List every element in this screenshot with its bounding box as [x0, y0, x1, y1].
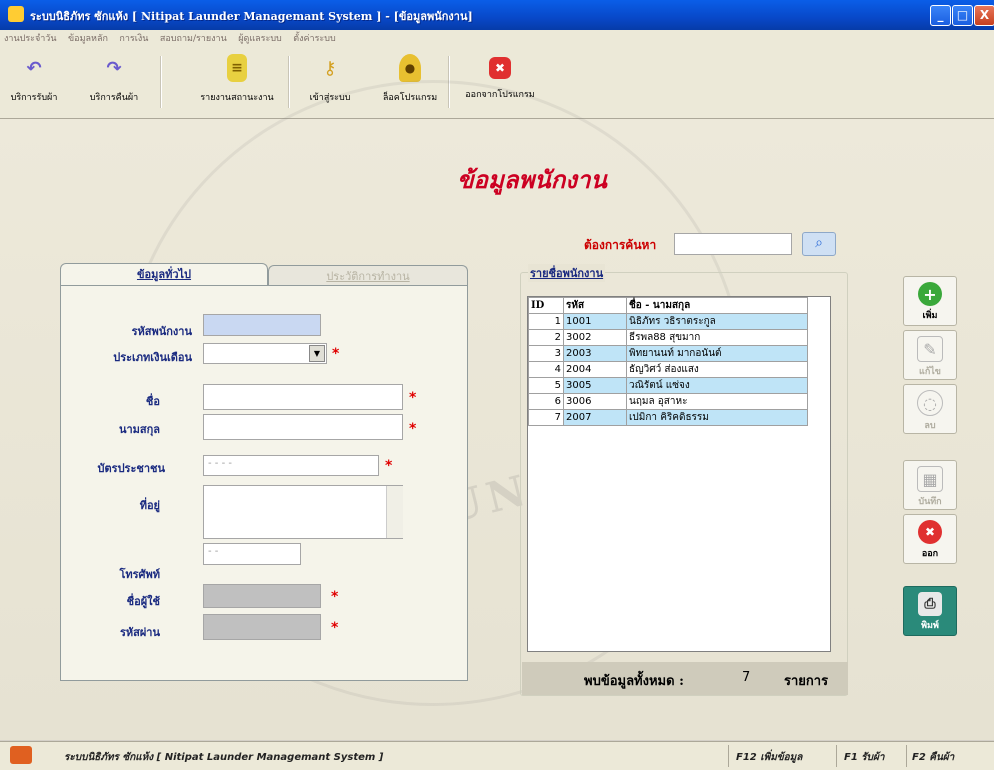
col-name[interactable]: ชื่อ - นามสกุล [626, 297, 808, 314]
status-app-name: ระบบนิธิภัทร ซักแห้ง [ Nitipat Launder M… [64, 752, 384, 763]
exit-button[interactable]: ✖ ออก [903, 514, 957, 564]
username-field[interactable] [203, 584, 321, 608]
status-separator [728, 745, 729, 767]
toolbar: ↶ บริการรับผ้า ↷ บริการคืนผ้า ≡ รายงานสถ… [0, 48, 994, 119]
search-input[interactable] [674, 233, 792, 255]
page-title: ข้อมูลพนักงาน [457, 165, 607, 194]
minimize-button[interactable]: _ [930, 5, 951, 26]
emp-id-label: รหัสพนักงาน [131, 325, 192, 338]
maximize-button[interactable]: □ [952, 5, 973, 26]
status-f12: F12 เพิ่มข้อมูล [736, 752, 803, 763]
pencil-icon: ✎ [917, 336, 943, 362]
phone-label: โทรศัพท์ [119, 568, 160, 581]
add-button[interactable]: + เพิ่ม [903, 276, 957, 326]
first-name-field[interactable] [203, 384, 403, 410]
return-icon: ↷ [106, 57, 122, 79]
id-card-label: บัตรประชาชน [97, 462, 165, 475]
close-icon: ✖ [918, 520, 942, 544]
last-name-field[interactable] [203, 414, 403, 440]
table-row[interactable]: 6 3006 นฤมล อุสาหะ [528, 393, 808, 410]
employee-grid[interactable]: ID รหัส ชื่อ - นามสกุล 1 1001 นิธิภัทร วธิ… [527, 296, 831, 652]
username-label: ชื่อผู้ใช้ [126, 595, 160, 608]
receive-icon: ↶ [26, 57, 42, 79]
save-icon: ▦ [917, 466, 943, 492]
chevron-down-icon[interactable]: ▼ [309, 345, 325, 362]
required-marker: * [332, 346, 340, 362]
address-label: ที่อยู่ [139, 499, 160, 512]
count-unit: รายการ [784, 674, 829, 689]
col-code[interactable]: รหัส [563, 297, 627, 314]
home-icon [8, 6, 24, 22]
status-separator [906, 745, 907, 767]
table-row[interactable]: 7 2007 เปมิกา คิริคดิธรรม [528, 409, 808, 426]
record-count-bar: พบข้อมูลทั้งหมด : 7 รายการ [522, 662, 848, 695]
close-button[interactable]: X [974, 5, 994, 26]
save-button[interactable]: ▦ บันทึก [903, 460, 957, 510]
phone-field[interactable]: - - [203, 543, 301, 565]
address-field[interactable] [203, 485, 403, 539]
return-button[interactable]: ↷ บริการคืนผ้า [84, 54, 144, 114]
window-title: ระบบนิธิภัทร ซักแห้ง [ Nitipat Launder M… [30, 10, 473, 23]
first-name-label: ชื่อ [145, 395, 160, 408]
status-separator [836, 745, 837, 767]
status-f2: F2 คืนผ้า [912, 752, 955, 763]
edit-button[interactable]: ✎ แก้ไข [903, 330, 957, 380]
exit-program-button[interactable]: ✖ ออกจากโปรแกรม [460, 54, 540, 114]
menu-reports[interactable]: สอบถาม/รายงาน [156, 30, 231, 48]
eraser-icon: ◌ [917, 390, 943, 416]
status-bar: ระบบนิธิภัทร ซักแห้ง [ Nitipat Launder M… [0, 741, 994, 770]
search-icon[interactable]: ⌕ [802, 232, 836, 256]
menu-bar: งานประจำวัน ข้อมูลหลัก การเงิน สอบถาม/รา… [0, 30, 994, 48]
receive-button[interactable]: ↶ บริการรับผ้า [8, 54, 60, 114]
count-value: 7 [742, 670, 751, 685]
required-marker: * [409, 390, 417, 406]
toolbar-separator [160, 56, 162, 108]
table-row[interactable]: 2 3002 ธีรพล88 สุขมาก [528, 329, 808, 346]
status-f1: F1 รับผ้า [844, 752, 885, 763]
menu-finance[interactable]: การเงิน [115, 30, 152, 48]
delete-button[interactable]: ◌ ลบ [903, 384, 957, 434]
last-name-label: นามสกุล [118, 423, 160, 436]
print-button[interactable]: ⎙ พิมพ์ [903, 586, 957, 636]
required-marker: * [385, 458, 393, 474]
search-label: ต้องการค้นหา [584, 238, 657, 252]
password-field[interactable] [203, 614, 321, 640]
id-card-field[interactable]: - - - - [203, 455, 379, 476]
menu-admin[interactable]: ผู้ดูแลระบบ [234, 30, 286, 48]
login-button[interactable]: ⚷ เข้าสู่ระบบ [300, 54, 360, 114]
lock-button[interactable]: ● ล็อคโปรแกรม [378, 54, 442, 114]
required-marker: * [409, 421, 417, 437]
tab-general[interactable]: ข้อมูลทั่วไป [60, 263, 268, 285]
toolbar-separator [448, 56, 450, 108]
window-title-bar[interactable]: ระบบนิธิภัทร ซักแห้ง [ Nitipat Launder M… [0, 0, 994, 30]
key-icon: ⚷ [323, 57, 337, 79]
count-label: พบข้อมูลทั้งหมด : [584, 674, 684, 689]
table-row[interactable]: 4 2004 ธัญวิศว์ ส่องแสง [528, 361, 808, 378]
address-scrollbar[interactable] [386, 486, 403, 538]
menu-settings[interactable]: ตั้งค่าระบบ [289, 30, 339, 48]
emp-id-field[interactable] [203, 314, 321, 336]
toolbar-separator [288, 56, 290, 108]
home-icon [10, 746, 32, 764]
report-icon: ≡ [227, 54, 247, 82]
printer-icon: ⎙ [918, 592, 942, 616]
menu-master[interactable]: ข้อมูลหลัก [64, 30, 112, 48]
required-marker: * [331, 620, 339, 636]
report-button[interactable]: ≡ รายงานสถานะงาน [192, 54, 282, 114]
password-label: รหัสผ่าน [119, 626, 160, 639]
menu-daily[interactable]: งานประจำวัน [0, 30, 61, 48]
exit-icon: ✖ [489, 57, 511, 79]
grid-header-row: ID รหัส ชื่อ - นามสกุล [528, 297, 808, 314]
required-marker: * [331, 589, 339, 605]
table-row[interactable]: 3 2003 พิทยานนท์ มากอนันต์ [528, 345, 808, 362]
plus-icon: + [918, 282, 942, 306]
salary-type-label: ประเภทเงินเดือน [113, 351, 192, 364]
table-row[interactable]: 5 3005 วณิรัตน์ แซ่จง [528, 377, 808, 394]
table-row[interactable]: 1 1001 นิธิภัทร วธิราตระกูล [528, 313, 808, 330]
tab-history[interactable]: ประวัติการทำงาน [268, 265, 468, 285]
col-id[interactable]: ID [528, 297, 564, 314]
employee-list-title: รายชื่อพนักงาน [528, 264, 606, 282]
lock-icon: ● [399, 54, 421, 82]
